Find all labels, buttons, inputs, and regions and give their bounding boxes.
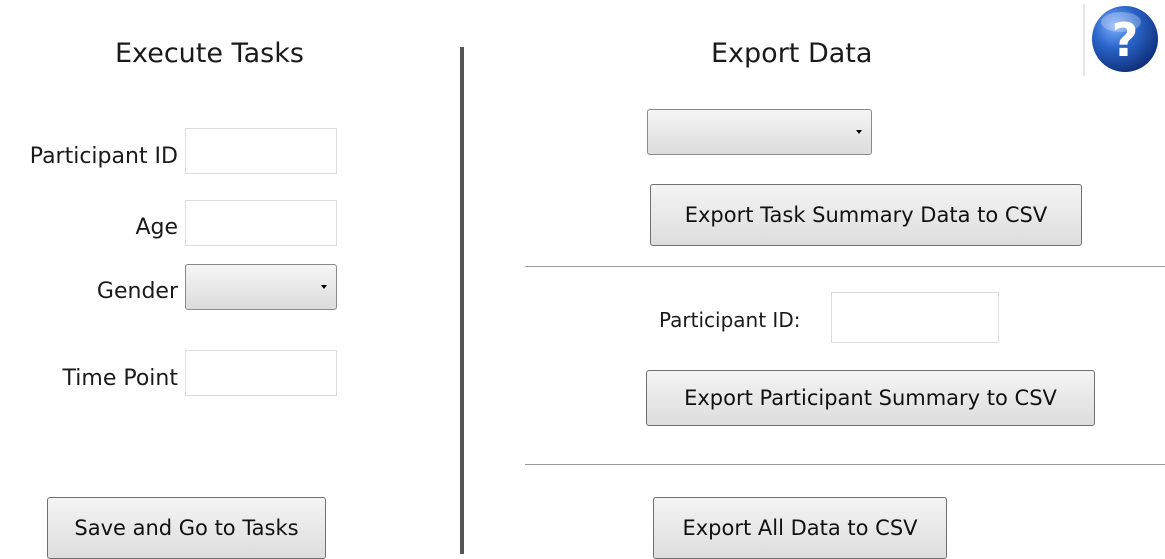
- help-button[interactable]: ?: [1083, 4, 1162, 76]
- export-all-data-button[interactable]: Export All Data to CSV: [653, 497, 947, 559]
- export-participant-id-label: Participant ID:: [659, 308, 801, 332]
- save-and-go-button[interactable]: Save and Go to Tasks: [47, 497, 326, 559]
- age-input[interactable]: [185, 200, 337, 246]
- help-divider: [1083, 4, 1085, 76]
- vertical-divider: [460, 47, 464, 554]
- task-select[interactable]: [647, 109, 872, 155]
- gender-select[interactable]: [185, 264, 337, 310]
- export-task-summary-button[interactable]: Export Task Summary Data to CSV: [650, 184, 1082, 246]
- export-participant-summary-button[interactable]: Export Participant Summary to CSV: [646, 370, 1095, 426]
- execute-tasks-heading: Execute Tasks: [115, 38, 304, 69]
- participant-id-input[interactable]: [185, 128, 337, 174]
- export-data-heading: Export Data: [711, 38, 873, 69]
- help-question-icon: ?: [1092, 6, 1158, 72]
- age-label: Age: [135, 215, 178, 240]
- time-point-input[interactable]: [185, 350, 337, 396]
- chevron-down-icon: [856, 130, 862, 134]
- horizontal-divider-2: [525, 464, 1165, 465]
- chevron-down-icon: [321, 285, 327, 289]
- time-point-label: Time Point: [62, 366, 178, 391]
- horizontal-divider-1: [525, 266, 1165, 267]
- export-participant-id-input[interactable]: [831, 292, 999, 343]
- svg-text:?: ?: [1112, 13, 1139, 67]
- gender-label: Gender: [96, 279, 178, 304]
- participant-id-label: Participant ID: [29, 144, 178, 169]
